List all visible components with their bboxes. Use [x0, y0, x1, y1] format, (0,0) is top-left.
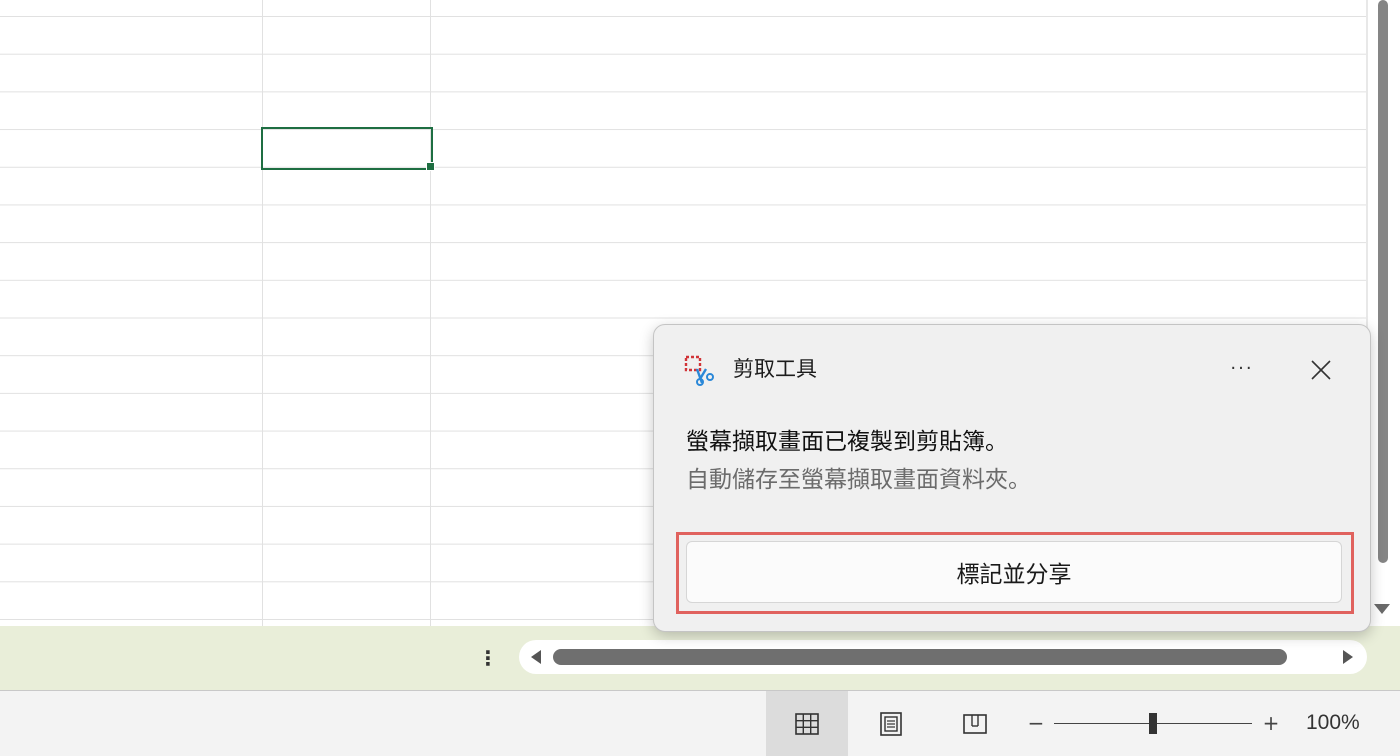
zoom-in-button[interactable]: + [1259, 709, 1283, 737]
scroll-left-arrow-icon[interactable] [531, 650, 541, 664]
horizontal-scroll-thumb[interactable] [553, 649, 1287, 665]
page-layout-view-button[interactable] [850, 691, 932, 756]
zoom-out-button[interactable]: − [1024, 709, 1048, 737]
selected-cell[interactable] [261, 127, 433, 170]
notification-title: 螢幕擷取畫面已複製到剪貼簿。 [686, 429, 1008, 455]
scroll-down-arrow-icon[interactable] [1374, 604, 1390, 614]
page-layout-view-icon [880, 711, 902, 736]
snipping-tool-icon [684, 355, 714, 386]
sheet-tab-bar: ⋮ [0, 626, 1400, 690]
scroll-right-arrow-icon[interactable] [1343, 650, 1353, 664]
vertical-scrollbar[interactable] [1366, 0, 1400, 626]
status-bar: − + 100% [0, 691, 1400, 756]
column-divider [430, 0, 431, 626]
markup-and-share-button[interactable]: 標記並分享 [686, 541, 1342, 603]
column-divider [262, 0, 263, 626]
normal-view-icon [795, 712, 819, 735]
normal-view-button[interactable] [766, 691, 848, 756]
close-icon[interactable] [1306, 355, 1336, 385]
notification-body: 自動儲存至螢幕擷取畫面資料夾。 [686, 467, 1031, 493]
fill-handle[interactable] [426, 162, 435, 171]
snipping-tool-notification[interactable]: 剪取工具 ··· 螢幕擷取畫面已複製到剪貼簿。 自動儲存至螢幕擷取畫面資料夾。 … [653, 324, 1371, 632]
notification-more-button[interactable]: ··· [1222, 353, 1262, 385]
page-break-preview-icon [963, 713, 987, 734]
page-break-preview-button[interactable] [934, 691, 1016, 756]
sheet-tabs-more-button[interactable]: ⋮ [478, 644, 498, 672]
vertical-scroll-thumb[interactable] [1378, 0, 1388, 563]
zoom-slider-thumb[interactable] [1149, 713, 1157, 734]
notification-app-name: 剪取工具 [733, 357, 817, 381]
zoom-level[interactable]: 100% [1306, 709, 1386, 737]
horizontal-scrollbar[interactable] [519, 640, 1367, 674]
